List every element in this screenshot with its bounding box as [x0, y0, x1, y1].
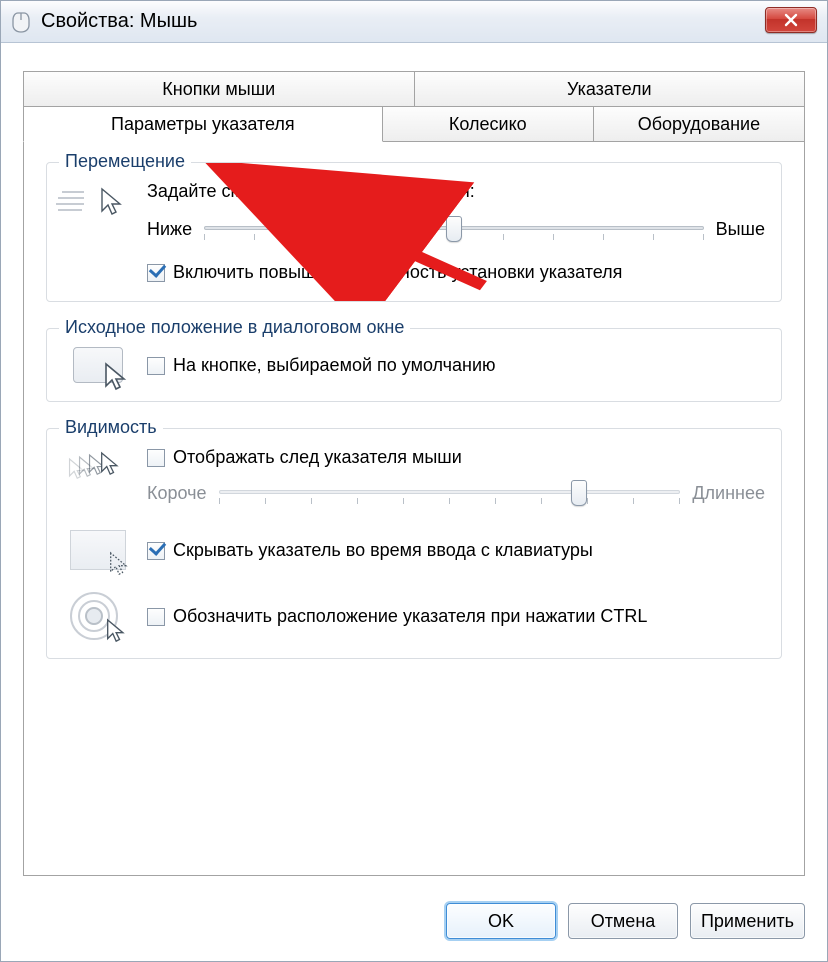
pointer-trails-label: Отображать след указателя мыши	[173, 447, 462, 468]
slider-thumb-icon	[571, 480, 587, 506]
group-visibility-legend: Видимость	[59, 417, 163, 438]
mouse-properties-window: Свойства: Мышь Кнопки мыши Указатели Пар…	[0, 0, 828, 962]
titlebar[interactable]: Свойства: Мышь	[1, 1, 827, 43]
dialog-panel: Кнопки мыши Указатели Параметры указател…	[23, 71, 805, 877]
hide-pointer-label: Скрывать указатель во время ввода с клав…	[173, 540, 593, 561]
tab-row-bottom: Параметры указателя Колесико Оборудовани…	[23, 106, 805, 142]
enhance-precision-label: Включить повышенную точность установки у…	[173, 262, 622, 283]
tab-wheel[interactable]: Колесико	[382, 106, 594, 142]
trail-short-label: Короче	[147, 483, 207, 504]
locate-pointer-label: Обозначить расположение указателя при на…	[173, 606, 647, 627]
tab-pointer-options[interactable]: Параметры указателя	[23, 106, 383, 142]
group-motion: Перемещение	[46, 162, 782, 302]
close-button[interactable]	[765, 7, 817, 33]
slider-fast-label: Выше	[716, 219, 765, 240]
close-icon	[784, 13, 798, 27]
hide-pointer-icon	[70, 530, 126, 570]
slider-thumb-icon	[446, 216, 462, 242]
snap-to-checkbox[interactable]	[147, 357, 165, 375]
locate-pointer-checkbox[interactable]	[147, 608, 165, 626]
group-motion-legend: Перемещение	[59, 151, 191, 172]
enhance-precision-checkbox[interactable]	[147, 264, 165, 282]
trail-long-label: Длиннее	[692, 483, 765, 504]
locate-pointer-icon	[70, 592, 126, 640]
mouse-icon	[9, 11, 33, 33]
slider-slow-label: Ниже	[147, 219, 192, 240]
snap-to-icon	[73, 347, 123, 383]
snap-to-label: На кнопке, выбираемой по умолчанию	[173, 355, 496, 376]
apply-button[interactable]: Применить	[690, 903, 805, 939]
tab-body: Перемещение	[23, 142, 805, 876]
pointer-speed-heading: Задайте скорость движения указателя:	[147, 181, 765, 202]
tab-row-top: Кнопки мыши Указатели	[23, 71, 805, 107]
pointer-trails-slider	[219, 478, 681, 508]
tab-pointers[interactable]: Указатели	[414, 71, 806, 107]
group-snap-legend: Исходное положение в диалоговом окне	[59, 317, 410, 338]
group-visibility: Видимость Отображать	[46, 428, 782, 659]
dialog-button-bar: OK Отмена Применить	[23, 903, 805, 939]
pointer-speed-icon	[66, 181, 130, 227]
hide-pointer-checkbox[interactable]	[147, 542, 165, 560]
pointer-speed-slider[interactable]	[204, 214, 703, 244]
group-snap: Исходное положение в диалоговом окне На …	[46, 328, 782, 402]
tab-buttons[interactable]: Кнопки мыши	[23, 71, 415, 107]
cancel-button[interactable]: Отмена	[568, 903, 678, 939]
tab-hardware[interactable]: Оборудование	[593, 106, 805, 142]
pointer-trails-icon	[68, 447, 128, 489]
pointer-trails-checkbox[interactable]	[147, 449, 165, 467]
window-title: Свойства: Мышь	[41, 10, 197, 33]
ok-button[interactable]: OK	[446, 903, 556, 939]
